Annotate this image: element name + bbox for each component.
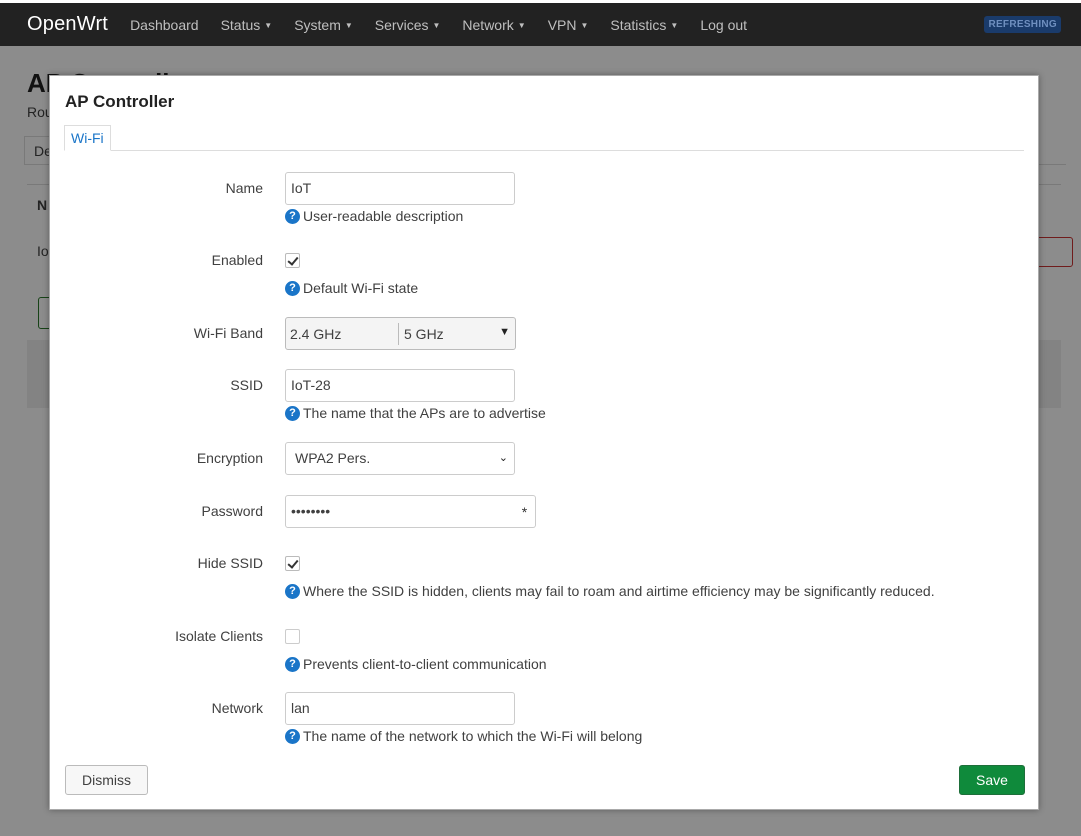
band-multiselect[interactable]: 2.4 GHz 5 GHz ▼ xyxy=(285,317,516,350)
check-icon xyxy=(287,557,299,569)
ssid-help-text: The name that the APs are to advertise xyxy=(303,405,546,421)
enabled-help: ? Default Wi-Fi state xyxy=(285,280,418,296)
nav-services-label: Services xyxy=(374,16,429,33)
help-icon: ? xyxy=(285,280,300,296)
check-icon xyxy=(287,254,299,266)
network-input[interactable]: lan xyxy=(285,692,515,725)
enabled-help-text: Default Wi-Fi state xyxy=(303,280,419,296)
hide-ssid-label: Hide SSID xyxy=(197,555,263,571)
encryption-label: Encryption xyxy=(196,450,263,466)
modal-title: AP Controller xyxy=(65,92,175,111)
ssid-input[interactable]: IoT-28 xyxy=(285,369,515,402)
name-label: Name xyxy=(225,180,263,196)
enabled-label: Enabled xyxy=(211,252,263,268)
dismiss-button[interactable]: Dismiss xyxy=(65,765,148,795)
brand-logo[interactable]: OpenWrt xyxy=(27,13,108,36)
nav-system[interactable]: System ▼ xyxy=(294,17,353,33)
password-input[interactable]: •••••••• xyxy=(285,495,515,528)
hide-ssid-help-text: Where the SSID is hidden, clients may fa… xyxy=(303,583,935,599)
band-option-5ghz[interactable]: 5 GHz xyxy=(399,326,484,342)
isolate-checkbox[interactable] xyxy=(285,629,300,644)
band-option-24ghz[interactable]: 2.4 GHz xyxy=(286,322,399,345)
caret-down-icon: ▼ xyxy=(344,20,353,30)
caret-down-icon: ▼ xyxy=(432,20,441,30)
refreshing-badge[interactable]: REFRESHING xyxy=(984,16,1061,33)
tab-divider xyxy=(64,150,1024,151)
tab-wifi[interactable]: Wi-Fi xyxy=(64,125,111,151)
save-button[interactable]: Save xyxy=(959,765,1025,795)
nav-dashboard-label: Dashboard xyxy=(130,16,199,33)
help-icon: ? xyxy=(285,583,300,599)
nav-status-label: Status xyxy=(220,16,261,33)
help-icon: ? xyxy=(285,728,300,744)
password-label: Password xyxy=(201,503,263,519)
name-help: ? User-readable description xyxy=(285,208,463,224)
caret-down-icon: ▼ xyxy=(670,20,679,30)
band-label: Wi-Fi Band xyxy=(193,325,263,341)
nav-network[interactable]: Network ▼ xyxy=(462,17,525,33)
help-icon: ? xyxy=(285,208,300,224)
nav-statistics[interactable]: Statistics ▼ xyxy=(610,17,678,33)
encryption-value: WPA2 Pers. xyxy=(295,450,371,466)
isolate-label: Isolate Clients xyxy=(175,628,263,644)
name-input[interactable]: IoT xyxy=(285,172,515,205)
nav-dashboard[interactable]: Dashboard xyxy=(130,17,199,33)
top-navbar: OpenWrt Dashboard Status ▼ System ▼ Servic… xyxy=(0,0,1081,46)
enabled-checkbox[interactable] xyxy=(285,253,300,268)
nav-system-label: System xyxy=(294,16,341,33)
name-help-text: User-readable description xyxy=(303,208,464,224)
hide-ssid-help: ? Where the SSID is hidden, clients may … xyxy=(285,583,935,599)
nav-network-label: Network xyxy=(462,16,514,33)
help-icon: ? xyxy=(285,405,300,421)
network-help: ? The name of the network to which the W… xyxy=(285,728,642,744)
caret-down-icon: ▼ xyxy=(264,20,273,30)
chevron-down-icon: ⌄ xyxy=(498,452,508,464)
caret-down-icon: ▼ xyxy=(580,20,589,30)
ssid-help: ? The name that the APs are to advertise xyxy=(285,405,546,421)
isolate-help-text: Prevents client-to-client communication xyxy=(303,656,547,672)
network-help-text: The name of the network to which the Wi-… xyxy=(303,728,643,744)
nav-vpn[interactable]: VPN ▼ xyxy=(548,17,589,33)
reveal-password-button[interactable]: * xyxy=(514,495,536,528)
dropdown-arrow-icon: ▼ xyxy=(499,326,510,338)
nav-status[interactable]: Status ▼ xyxy=(221,17,273,33)
nav-statistics-label: Statistics xyxy=(610,16,667,33)
encryption-select[interactable]: WPA2 Pers. ⌄ xyxy=(285,442,515,475)
hide-ssid-checkbox[interactable] xyxy=(285,556,300,571)
network-label: Network xyxy=(211,700,263,716)
nav-logout[interactable]: Log out xyxy=(700,17,747,33)
caret-down-icon: ▼ xyxy=(517,20,526,30)
ap-controller-modal: AP Controller Wi-Fi Name IoT ? User-read… xyxy=(49,75,1039,810)
isolate-help: ? Prevents client-to-client communicatio… xyxy=(285,656,547,672)
help-icon: ? xyxy=(285,656,300,672)
nav-vpn-label: VPN xyxy=(547,16,577,33)
ssid-label: SSID xyxy=(230,377,263,393)
nav-services[interactable]: Services ▼ xyxy=(375,17,441,33)
nav-logout-label: Log out xyxy=(700,16,748,33)
